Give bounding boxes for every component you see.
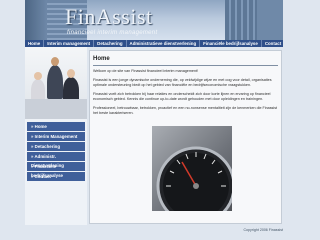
person-head [51, 57, 59, 66]
top-navbar: Home Interim management Detachering Admi… [25, 40, 283, 47]
title-divider [93, 65, 278, 66]
person-figure [31, 79, 45, 101]
copyright: Copyright 2006 Finassist [243, 228, 283, 232]
person-figure [47, 65, 63, 99]
site-wrapper: FinAssist financieel interim management … [25, 0, 283, 240]
site-logo[interactable]: FinAssist financieel interim management [65, 5, 177, 37]
building-image [257, 0, 283, 40]
building-image [25, 0, 47, 40]
desk [25, 99, 87, 119]
nav-home[interactable]: Home [25, 40, 45, 47]
logo-tagline: financieel interim management [67, 30, 158, 36]
header-banner: FinAssist financieel interim management [25, 0, 283, 40]
gauge-image [152, 126, 232, 211]
sidebar-item-financiele-bedrijfsanalyse[interactable]: » Financiële bedrijfsanalyse [27, 162, 85, 178]
nav-contact[interactable]: Contact [262, 40, 284, 47]
sidebar-item-interim-management[interactable]: » Interim Management [27, 132, 85, 141]
content-paragraph: Finassist is een jonge dynamische ondern… [93, 78, 272, 87]
nav-administratieve-dienstverlening[interactable]: Administratieve dienstverlening [127, 40, 201, 47]
sidebar-menu: » Home » Interim Management » Detacherin… [27, 122, 85, 182]
content-paragraph: Welkom op de site van Finassist financie… [93, 69, 199, 73]
main-content: Home Welkom op de site van Finassist fin… [89, 50, 282, 224]
person-head [34, 72, 42, 80]
page-title: Home [93, 56, 110, 62]
sidebar-item-home[interactable]: » Home [27, 122, 85, 131]
logo-title: FinAssist [65, 4, 153, 29]
sidebar-item-administr-dienstverlening[interactable]: » Administr. Dienstverlening [27, 152, 85, 168]
nav-financiele-bedrijfsanalyse[interactable]: Financiële bedrijfsanalyse [200, 40, 262, 47]
person-head [67, 69, 75, 78]
team-photo [25, 47, 87, 119]
content-paragraph: Finassist voelt zich betrokken bij haar … [93, 92, 271, 101]
nav-interim-management[interactable]: Interim management [44, 40, 95, 47]
sidebar: » Home » Interim Management » Detacherin… [25, 47, 87, 225]
sidebar-item-detachering[interactable]: » Detachering [27, 142, 85, 151]
content-paragraph: Professioneel, betrouwbaar, betrokken, p… [93, 106, 278, 115]
gauge-drawing [156, 146, 232, 211]
nav-detachering[interactable]: Detachering [94, 40, 127, 47]
